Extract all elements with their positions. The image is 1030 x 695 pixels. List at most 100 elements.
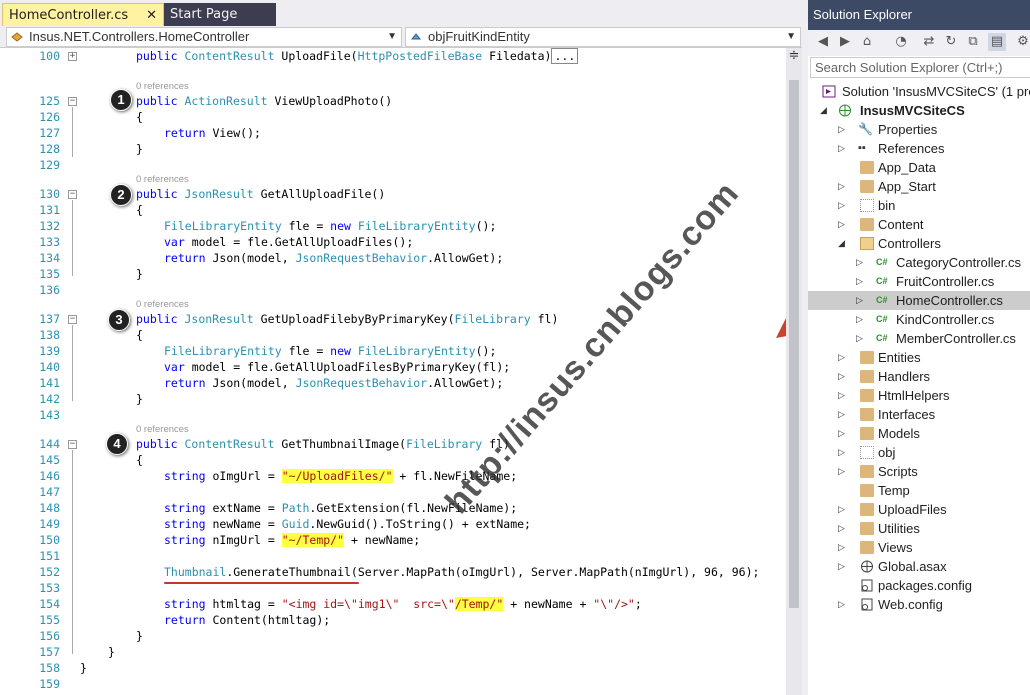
expand-arrow-icon[interactable]: ▷ (838, 405, 848, 424)
expand-arrow-icon[interactable]: ▷ (838, 557, 848, 576)
tab-homecontroller[interactable]: HomeController.cs ✕ (2, 3, 164, 26)
code-line: var model = fle.GetAllUploadFilesByPrima… (164, 360, 511, 374)
line-number: 155 (39, 613, 60, 627)
expand-icon[interactable]: + (68, 52, 77, 61)
collapse-icon[interactable]: − (68, 440, 77, 449)
solution-explorer: Solution Explorer ◀ ▶ ⌂ ◔ ⇄ ↻ ⧉ ▤ ⚙ Sear… (808, 0, 1030, 695)
line-number: 156 (39, 629, 60, 643)
collapse-icon[interactable]: − (68, 190, 77, 199)
hidden-folder-icon (860, 199, 874, 212)
expand-arrow-icon[interactable]: ▷ (838, 120, 848, 139)
folder-icon (860, 351, 874, 364)
expand-arrow-icon[interactable]: ▷ (838, 386, 848, 405)
chevron-down-icon: ▼ (786, 31, 796, 42)
expand-arrow-icon[interactable]: ▷ (838, 177, 848, 196)
expand-arrow-icon[interactable]: ▷ (856, 272, 866, 291)
csharp-file-icon: C# (876, 276, 888, 286)
expand-arrow-icon[interactable]: ▷ (838, 424, 848, 443)
collapse-arrow-icon[interactable]: ◢ (838, 234, 848, 253)
code-line: string newName = Guid.NewGuid().ToString… (164, 517, 531, 531)
line-number: 159 (39, 677, 60, 691)
line-number: 136 (39, 283, 60, 297)
forward-icon[interactable]: ▶ (836, 33, 854, 51)
type-dropdown[interactable]: Insus.NET.Controllers.HomeController ▼ (6, 27, 402, 47)
collapse-icon[interactable]: − (68, 315, 77, 324)
outline-guide (72, 107, 73, 157)
open-folder-icon (860, 237, 874, 250)
code-line: return Content(htmltag); (164, 613, 331, 627)
step-badge: 3 (108, 309, 130, 331)
close-tab-icon[interactable]: ✕ (146, 4, 157, 27)
folder-icon (860, 484, 874, 497)
expand-arrow-icon[interactable]: ▷ (856, 329, 866, 348)
collapse-icon[interactable]: − (68, 97, 77, 106)
expand-arrow-icon[interactable]: ▷ (838, 500, 848, 519)
show-all-files-icon[interactable]: ▤ (988, 33, 1006, 51)
sync-icon[interactable]: ⇄ (920, 33, 938, 51)
line-number: 145 (39, 453, 60, 467)
class-icon (11, 32, 23, 42)
folder-icon (860, 370, 874, 383)
folder-icon (860, 408, 874, 421)
references-icon: ▪▪ (858, 142, 866, 154)
back-icon[interactable]: ◀ (814, 33, 832, 51)
line-number: 129 (39, 158, 60, 172)
line-number: 146 (39, 469, 60, 483)
codelens-references[interactable]: 0 references (136, 174, 189, 186)
codelens-references[interactable]: 0 references (136, 299, 189, 311)
line-number: 132 (39, 219, 60, 233)
globe-file-icon (861, 560, 873, 573)
folder-icon (860, 541, 874, 554)
pending-changes-icon[interactable]: ◔ (892, 33, 910, 51)
code-line: public ActionResult ViewUploadPhoto() (136, 94, 393, 108)
line-number: 138 (39, 328, 60, 342)
line-number: 100 (39, 49, 60, 63)
expand-arrow-icon[interactable]: ▷ (838, 139, 848, 158)
solution-explorer-toolbar: ◀ ▶ ⌂ ◔ ⇄ ↻ ⧉ ▤ ⚙ (808, 30, 1030, 56)
home-icon[interactable]: ⌂ (858, 33, 876, 51)
scrollbar-thumb[interactable] (789, 80, 799, 608)
code-line: } (136, 142, 143, 156)
expand-arrow-icon[interactable]: ▷ (838, 538, 848, 557)
vertical-scrollbar[interactable]: ≑ (786, 48, 802, 695)
document-tab-bar: HomeController.cs ✕ Start Page (0, 0, 800, 26)
split-icon[interactable]: ≑ (786, 48, 802, 64)
code-line: public ContentResult UploadFile(HttpPost… (136, 48, 579, 64)
expand-arrow-icon[interactable]: ▷ (856, 310, 866, 329)
line-number: 157 (39, 645, 60, 659)
code-line: { (136, 203, 143, 217)
line-number: 148 (39, 501, 60, 515)
line-number: 128 (39, 142, 60, 156)
codelens-references[interactable]: 0 references (136, 424, 189, 436)
line-number: 140 (39, 360, 60, 374)
collapse-all-icon[interactable]: ⧉ (964, 33, 982, 51)
expand-arrow-icon[interactable]: ▷ (856, 253, 866, 272)
expand-arrow-icon[interactable]: ▷ (838, 462, 848, 481)
line-number: 135 (39, 267, 60, 281)
expand-arrow-icon[interactable]: ▷ (838, 595, 848, 614)
step-badge: 2 (110, 184, 132, 206)
expand-arrow-icon[interactable]: ▷ (838, 348, 848, 367)
member-dropdown-value: objFruitKindEntity (428, 29, 530, 44)
member-dropdown[interactable]: objFruitKindEntity ▼ (405, 27, 801, 47)
outline-guide (72, 325, 73, 401)
tab-label: HomeController.cs (9, 8, 129, 23)
collapsed-region-button[interactable]: ... (551, 48, 579, 64)
code-line: } (136, 392, 143, 406)
wrench-icon[interactable]: ⚙ (1014, 33, 1030, 51)
search-input[interactable]: Search Solution Explorer (Ctrl+;) (810, 57, 1030, 78)
expand-arrow-icon[interactable]: ▷ (838, 443, 848, 462)
config-file-icon (861, 598, 873, 611)
collapse-arrow-icon[interactable]: ◢ (820, 101, 830, 120)
expand-arrow-icon[interactable]: ▷ (838, 215, 848, 234)
code-line: string nImgUrl = "~/Temp/" + newName; (164, 533, 421, 547)
refresh-icon[interactable]: ↻ (942, 33, 960, 51)
expand-arrow-icon[interactable]: ▷ (838, 367, 848, 386)
expand-arrow-icon[interactable]: ▷ (838, 519, 848, 538)
folder-icon (860, 503, 874, 516)
code-editor[interactable]: 100 125 126 127 128 129 130 131 132 133 … (0, 48, 830, 695)
codelens-references[interactable]: 0 references (136, 81, 189, 93)
expand-arrow-icon[interactable]: ▷ (856, 291, 866, 310)
expand-arrow-icon[interactable]: ▷ (838, 196, 848, 215)
tab-start-page[interactable]: Start Page (164, 3, 276, 26)
